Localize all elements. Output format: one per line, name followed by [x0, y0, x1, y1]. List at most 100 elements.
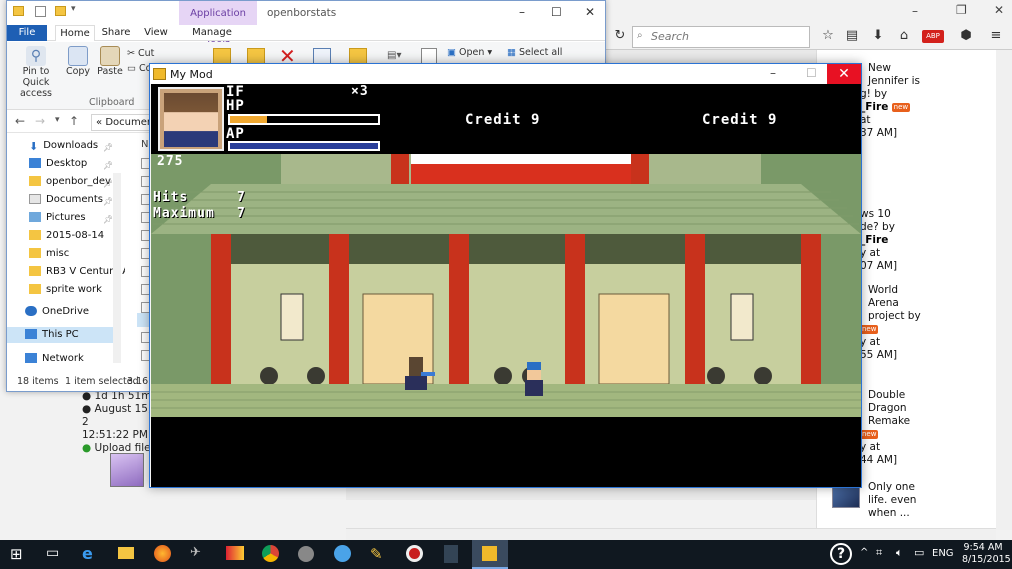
pillar [211, 234, 231, 399]
sidebar-item-1[interactable]: New Jennifer is g! by _Fire new at 37 AM… [860, 62, 928, 140]
sidebar-item-time2: 07 AM] [860, 260, 898, 272]
game-screen[interactable]: IF HP AP ×3 275 Credit 9 Credit 9 Hits 7… [151, 84, 861, 487]
properties-icon[interactable] [35, 6, 46, 17]
app-icon[interactable] [334, 545, 351, 562]
tab-view[interactable]: View [141, 25, 171, 41]
hp-label: HP [226, 98, 245, 114]
sidebar-item-4[interactable]: Double Dragon Remake new y at 44 AM] [860, 389, 928, 467]
nav-item-documents[interactable]: Documents [29, 193, 103, 207]
nav-item-desktop[interactable]: Desktop [29, 157, 87, 171]
menu-icon[interactable]: ≡ [988, 28, 1004, 44]
language-indicator[interactable]: ENG [932, 548, 954, 559]
browser-hscrollbar[interactable] [346, 528, 996, 540]
sidebar-item-user[interactable]: _Fire [860, 101, 888, 113]
tab-file[interactable]: File [7, 25, 47, 41]
avatar[interactable] [110, 453, 144, 487]
open-button[interactable]: ▣ Open ▾ [447, 47, 492, 58]
sidebar-item-2[interactable]: ws 10 de? by _Fire y at 07 AM] [860, 208, 928, 273]
dojo-scene [151, 154, 861, 417]
steam-icon[interactable] [298, 546, 314, 562]
browser-maximize-button[interactable]: ❐ [956, 3, 967, 17]
search-input[interactable]: Search [632, 26, 810, 48]
star-icon[interactable]: ☆ [820, 28, 836, 44]
sidebar-item-time2: 44 AM] [860, 454, 898, 466]
file-explorer-icon[interactable] [118, 547, 134, 559]
nav-scrollbar[interactable] [113, 173, 121, 363]
game-maximize-button[interactable]: ☐ [806, 66, 817, 80]
adblock-icon[interactable]: ABP [922, 30, 944, 43]
nav-item-onedrive[interactable]: OneDrive [25, 305, 89, 319]
reload-icon[interactable]: ↻ [612, 28, 628, 44]
game-close-button[interactable]: ✕ [827, 64, 861, 84]
nav-item-network[interactable]: Network [25, 352, 84, 366]
taskbar-game-button[interactable] [472, 540, 508, 569]
paste-button[interactable]: Paste [95, 46, 125, 77]
tab-manage[interactable]: Manage [187, 25, 237, 41]
nav-item-this-pc[interactable]: This PC [25, 328, 79, 342]
sidebar-item-title[interactable]: Double Dragon Remake [868, 389, 928, 428]
notification-icon[interactable]: ▭ [914, 546, 924, 559]
ap-bar [228, 141, 380, 151]
sidebar-item-5[interactable]: Only one life. even when ... [868, 481, 928, 520]
minimize-button[interactable]: – [519, 5, 525, 19]
pillar [685, 234, 705, 399]
extension-icon[interactable]: ⬢ [958, 28, 974, 44]
pin-quick-access-button[interactable]: ⚲ Pin to Quick access [11, 46, 61, 99]
new-item-icon[interactable]: ▤▾ [387, 50, 401, 61]
game-minimize-button[interactable]: – [770, 66, 776, 80]
start-icon[interactable]: ⊞ [10, 545, 23, 563]
copy-path-button[interactable]: ▭ Co [127, 63, 151, 74]
record-icon[interactable] [406, 545, 423, 562]
app-icon[interactable] [226, 546, 244, 560]
maximize-button[interactable]: ☐ [551, 5, 562, 19]
browser-minimize-button[interactable]: – [912, 4, 918, 18]
sidebar-item-title[interactable]: World Arena project by [868, 284, 928, 323]
forward-icon[interactable]: → [35, 114, 45, 128]
sidebar-item-title[interactable]: New Jennifer is [868, 62, 928, 88]
rename-icon[interactable] [313, 48, 331, 64]
sidebar-item-3[interactable]: World Arena project by new y at 55 AM] [860, 284, 928, 362]
download-icon[interactable]: ⬇ [870, 28, 886, 44]
help-icon[interactable]: ? [830, 543, 852, 565]
pencil-icon[interactable]: ✎ [370, 545, 383, 563]
home-icon[interactable]: ⌂ [896, 28, 912, 44]
copy-button[interactable]: Copy [63, 46, 93, 77]
recent-chevron-icon[interactable]: ▾ [55, 115, 60, 125]
select-all-button[interactable]: ▦ Select all [507, 47, 562, 58]
score: 275 [157, 154, 184, 169]
volume-icon[interactable]: 🔈︎ [896, 546, 903, 560]
clock[interactable]: 9:54 AM 8/15/2015 [962, 542, 1011, 566]
show-hidden-icons-icon[interactable]: ^ [860, 547, 868, 558]
chrome-icon[interactable] [262, 545, 279, 562]
browser-scrollbar[interactable] [996, 50, 1012, 530]
chevron-down-icon[interactable]: ▾ [71, 4, 76, 14]
up-icon[interactable]: ↑ [69, 114, 79, 128]
network-status-icon[interactable]: ⌗ [876, 546, 882, 560]
nav-item-sprite-work[interactable]: sprite work [29, 283, 102, 297]
back-icon[interactable]: ← [15, 114, 25, 128]
nav-item-2015-08-14[interactable]: 2015-08-14 [29, 229, 104, 243]
nav-item-pictures[interactable]: Pictures [29, 211, 86, 225]
sidebar-item-title[interactable]: ws 10 [860, 208, 928, 221]
edge-icon[interactable]: e [82, 544, 93, 563]
nav-item-misc[interactable]: misc [29, 247, 69, 261]
sidebar-item-byline: de? by [860, 221, 895, 233]
sidebar-item-user[interactable]: _Fire [860, 234, 888, 246]
nav-item-openbor-dev[interactable]: openbor_dev [29, 175, 111, 189]
new-folder-icon[interactable] [55, 6, 66, 16]
onedrive-icon [25, 306, 37, 316]
nav-item-downloads[interactable]: ⬇ Downloads [29, 139, 98, 153]
sidebar-item-title[interactable]: Only one life. even when ... [868, 481, 928, 520]
firefox-icon[interactable] [154, 545, 171, 562]
character-icon[interactable] [444, 545, 458, 563]
sidebar-thumb[interactable] [832, 486, 860, 508]
tab-home[interactable]: Home [55, 25, 95, 41]
address-path[interactable]: « Documer [91, 114, 153, 131]
task-view-icon[interactable]: ▭ [46, 545, 59, 561]
tab-share[interactable]: Share [99, 25, 133, 41]
close-button[interactable]: ✕ [585, 5, 595, 19]
browser-close-button[interactable]: ✕ [994, 3, 1004, 17]
cut-button[interactable]: ✂ Cut [127, 48, 154, 59]
game-pad-icon[interactable]: ✈ [190, 545, 201, 560]
reading-list-icon[interactable]: ▤ [844, 28, 860, 44]
